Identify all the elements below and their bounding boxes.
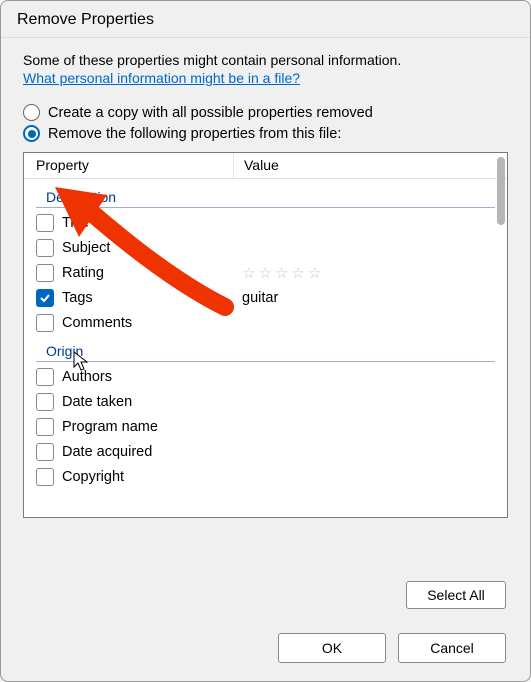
property-row-date-taken[interactable]: Date taken [36, 389, 495, 414]
star-icon: ☆ [308, 264, 321, 282]
property-row-rating[interactable]: Rating ☆ ☆ ☆ ☆ ☆ [36, 260, 495, 285]
checkbox-authors[interactable] [36, 368, 54, 386]
radio-remove-following[interactable]: Remove the following properties from thi… [23, 125, 508, 142]
label: Authors [62, 369, 240, 385]
radio-label: Remove the following properties from thi… [48, 126, 341, 142]
checkbox-rating[interactable] [36, 264, 54, 282]
label: Title [62, 215, 240, 231]
intro-text: Some of these properties might contain p… [23, 52, 508, 68]
value: guitar [240, 290, 495, 306]
property-row-tags[interactable]: Tags guitar [36, 285, 495, 310]
property-row-authors[interactable]: Authors [36, 364, 495, 389]
value-rating-stars: ☆ ☆ ☆ ☆ ☆ [240, 264, 495, 282]
property-row-comments[interactable]: Comments [36, 310, 495, 335]
cancel-button[interactable]: Cancel [398, 633, 506, 663]
scrollbar[interactable] [497, 157, 505, 225]
list-content[interactable]: Description Title Subject Rating [24, 179, 507, 517]
properties-list: Property Value Description Title Subject [23, 152, 508, 518]
checkbox-date-taken[interactable] [36, 393, 54, 411]
checkbox-tags[interactable] [36, 289, 54, 307]
dialog-body: Some of these properties might contain p… [1, 38, 530, 518]
checkbox-subject[interactable] [36, 239, 54, 257]
dialog-title: Remove Properties [1, 1, 530, 38]
label: Tags [62, 290, 240, 306]
remove-properties-dialog: Remove Properties Some of these properti… [0, 0, 531, 682]
property-row-program-name[interactable]: Program name [36, 414, 495, 439]
info-link[interactable]: What personal information might be in a … [23, 70, 300, 86]
star-icon: ☆ [275, 264, 288, 282]
star-icon: ☆ [258, 264, 271, 282]
column-property[interactable]: Property [24, 153, 234, 178]
group-description: Description [36, 185, 495, 208]
label: Rating [62, 265, 240, 281]
star-icon: ☆ [291, 264, 304, 282]
label: Date taken [62, 394, 240, 410]
label: Comments [62, 315, 240, 331]
radio-icon [23, 104, 40, 121]
radio-icon [23, 125, 40, 142]
label: Copyright [62, 469, 240, 485]
checkbox-title[interactable] [36, 214, 54, 232]
radio-label: Create a copy with all possible properti… [48, 105, 373, 121]
star-icon: ☆ [242, 264, 255, 282]
property-row-title[interactable]: Title [36, 210, 495, 235]
property-row-subject[interactable]: Subject [36, 235, 495, 260]
select-all-button[interactable]: Select All [406, 581, 506, 609]
checkbox-program-name[interactable] [36, 418, 54, 436]
radio-create-copy[interactable]: Create a copy with all possible properti… [23, 104, 508, 121]
label: Subject [62, 240, 240, 256]
group-origin: Origin [36, 339, 495, 362]
ok-button[interactable]: OK [278, 633, 386, 663]
property-row-copyright[interactable]: Copyright [36, 464, 495, 489]
title-text: Remove Properties [17, 11, 154, 28]
checkbox-date-acquired[interactable] [36, 443, 54, 461]
property-row-date-acquired[interactable]: Date acquired [36, 439, 495, 464]
select-all-row: Select All [406, 581, 506, 609]
star-icons: ☆ ☆ ☆ ☆ ☆ [242, 264, 495, 282]
label: Date acquired [62, 444, 240, 460]
checkbox-comments[interactable] [36, 314, 54, 332]
dialog-buttons: OK Cancel [278, 633, 506, 663]
checkbox-copyright[interactable] [36, 468, 54, 486]
column-value[interactable]: Value [234, 153, 507, 178]
label: Program name [62, 419, 240, 435]
list-header: Property Value [24, 153, 507, 179]
